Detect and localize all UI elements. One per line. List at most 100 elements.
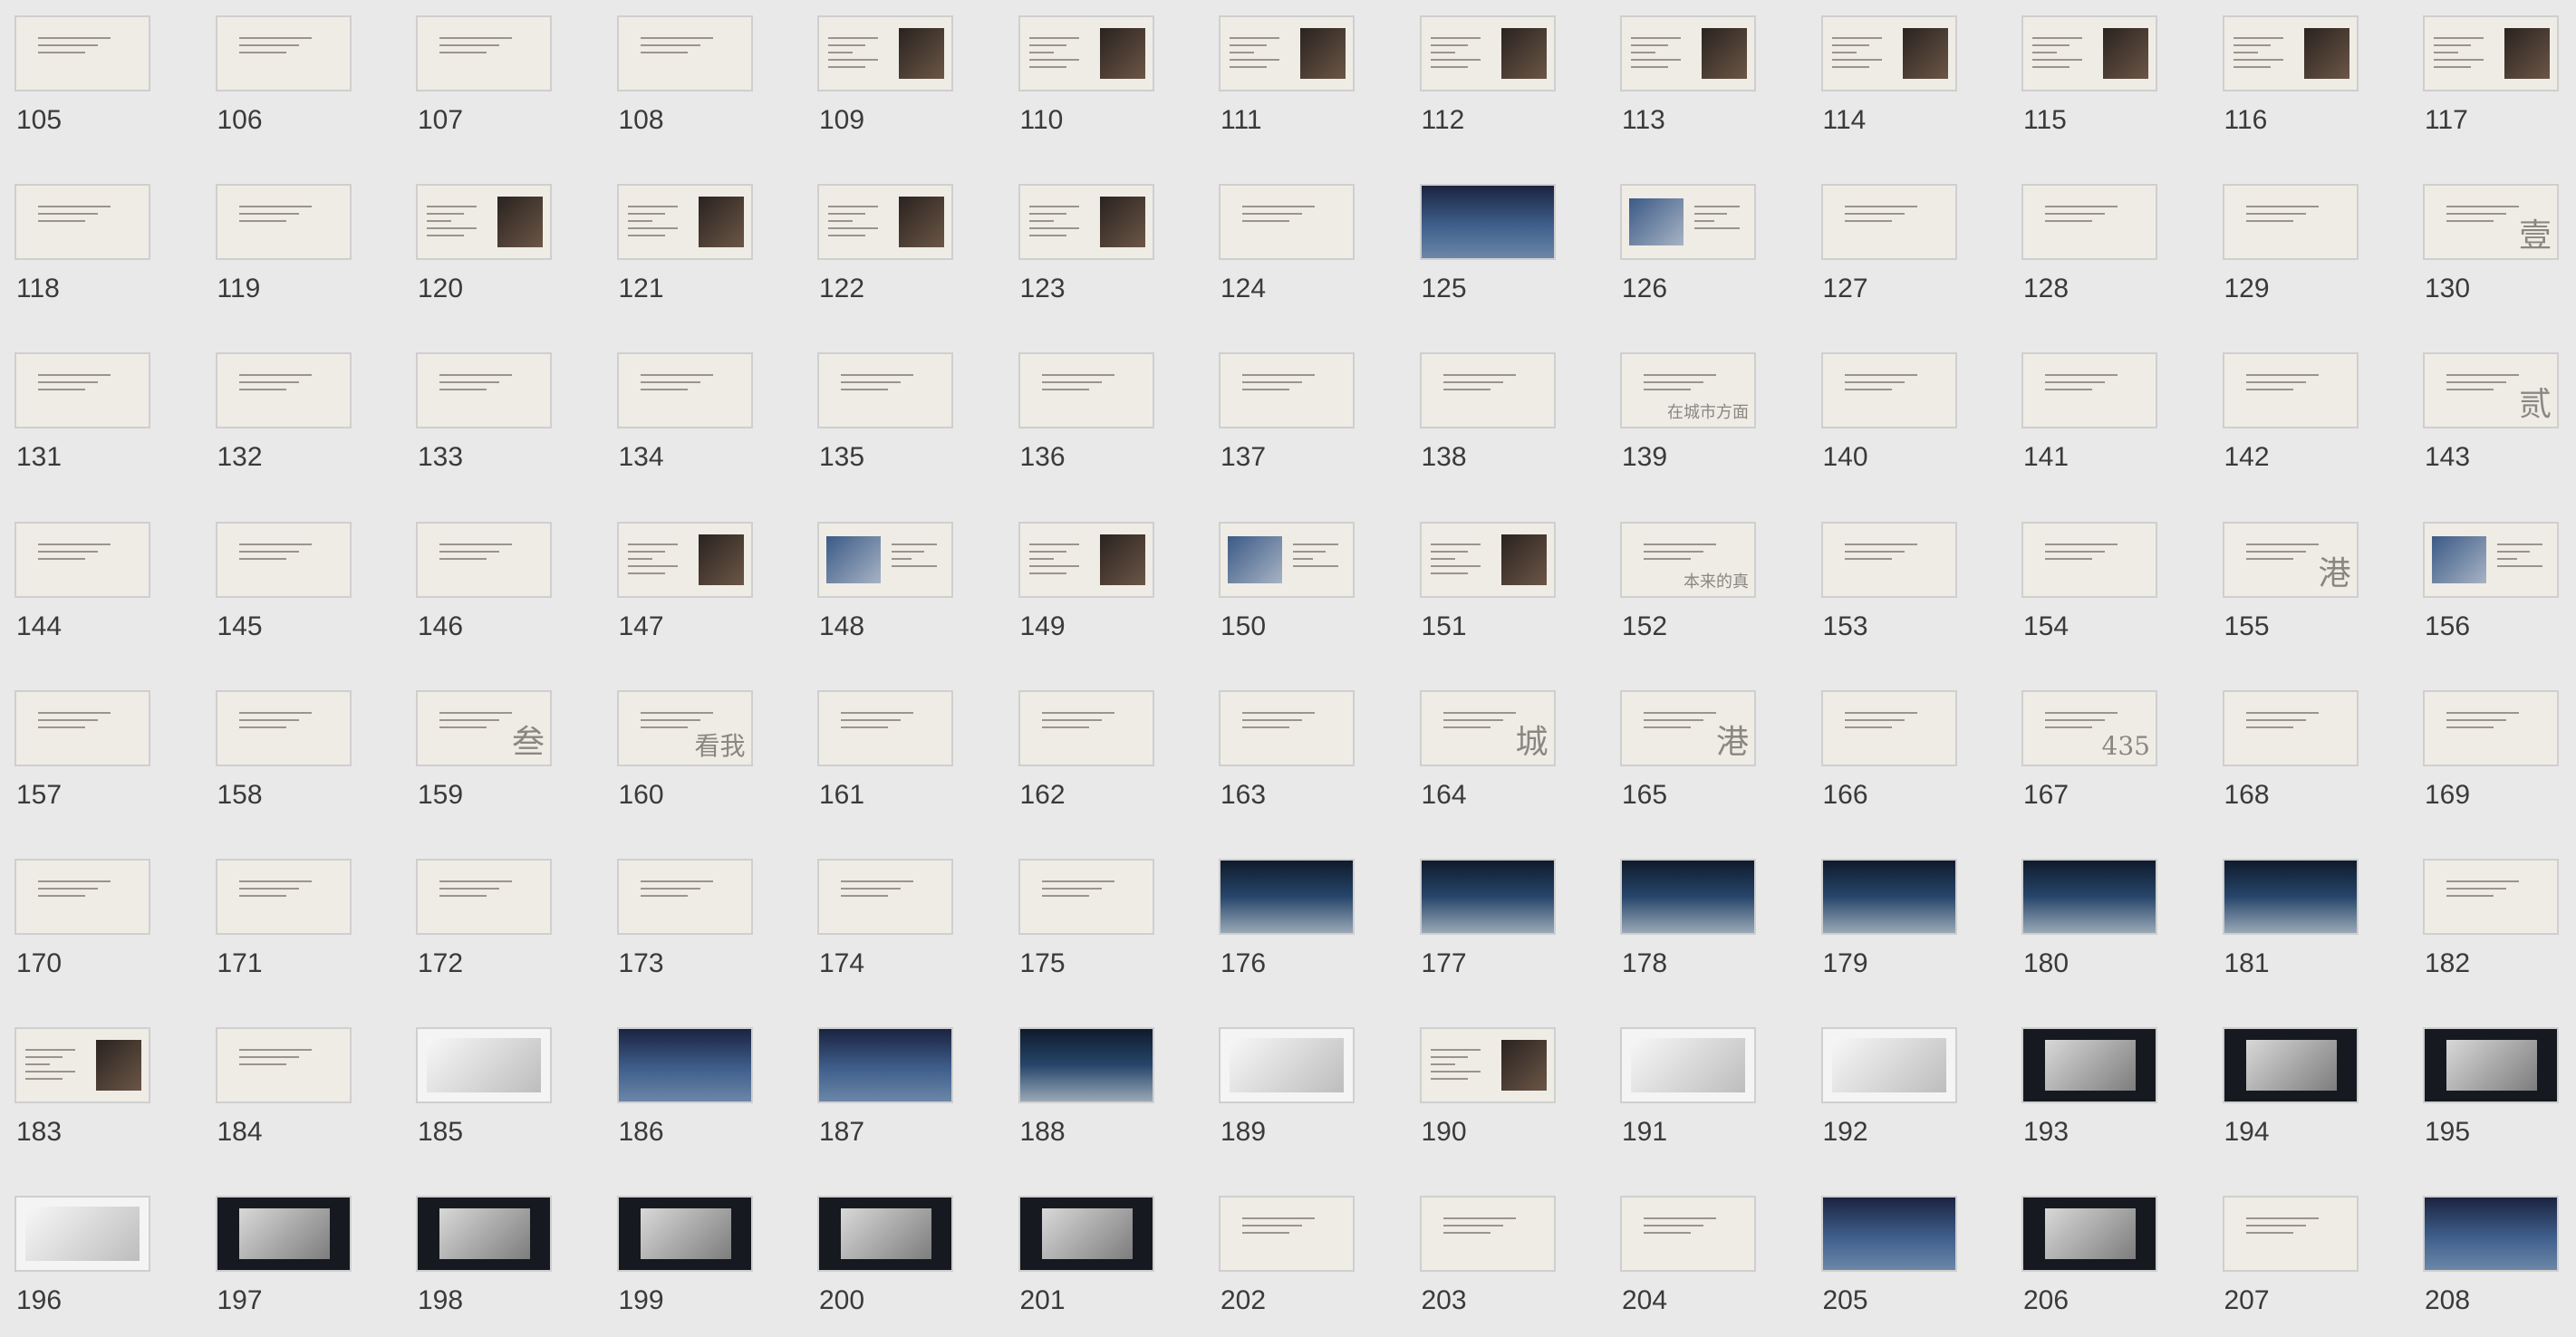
slide-thumbnail-146[interactable]: 146 [401,506,552,642]
slide-preview[interactable] [215,859,352,935]
slide-preview[interactable] [1820,859,1957,935]
slide-thumbnail-202[interactable]: 202 [1204,1180,1355,1316]
slide-preview[interactable] [1419,859,1556,935]
slide-preview[interactable] [1820,15,1957,91]
slide-thumbnail-133[interactable]: 133 [401,337,552,473]
slide-thumbnail-155[interactable]: 港 155 [2208,506,2359,642]
slide-preview[interactable]: 港 [1620,689,1756,766]
slide-thumbnail-190[interactable]: 190 [1405,1012,1556,1148]
slide-thumbnail-157[interactable]: 157 [0,675,150,811]
slide-thumbnail-172[interactable]: 172 [401,843,552,979]
slide-preview[interactable] [14,184,150,261]
slide-preview[interactable] [1018,1196,1154,1273]
slide-preview[interactable] [14,352,150,429]
slide-thumbnail-187[interactable]: 187 [803,1012,953,1148]
slide-thumbnail-162[interactable]: 162 [1004,675,1154,811]
slide-thumbnail-159[interactable]: 叁 159 [401,675,552,811]
slide-preview[interactable] [1820,521,1957,598]
slide-thumbnail-175[interactable]: 175 [1004,843,1154,979]
slide-preview[interactable] [2423,1027,2559,1104]
slide-preview[interactable] [1820,689,1957,766]
slide-preview[interactable] [14,859,150,935]
slide-preview[interactable] [1620,1196,1756,1273]
slide-thumbnail-174[interactable]: 174 [803,843,953,979]
slide-thumbnail-130[interactable]: 壹 130 [2408,168,2559,304]
slide-thumbnail-118[interactable]: 118 [0,168,150,304]
slide-preview[interactable] [817,521,953,598]
slide-preview[interactable] [1018,859,1154,935]
slide-preview[interactable] [416,1027,552,1104]
slide-preview[interactable] [2222,352,2359,429]
slide-thumbnail-126[interactable]: 126 [1606,168,1756,304]
slide-thumbnail-147[interactable]: 147 [603,506,753,642]
slide-thumbnail-145[interactable]: 145 [201,506,352,642]
slide-thumbnail-152[interactable]: 本来的真 152 [1606,506,1756,642]
slide-preview[interactable]: 看我 [616,689,753,766]
slide-preview[interactable] [215,1196,352,1273]
slide-thumbnail-125[interactable]: 125 [1405,168,1556,304]
slide-thumbnail-203[interactable]: 203 [1405,1180,1556,1316]
slide-preview[interactable]: 壹 [2423,184,2559,261]
slide-preview[interactable] [416,859,552,935]
slide-preview[interactable]: 435 [2021,689,2157,766]
slide-preview[interactable] [2021,352,2157,429]
slide-thumbnail-195[interactable]: 195 [2408,1012,2559,1148]
slide-preview[interactable] [1219,689,1355,766]
slide-thumbnail-136[interactable]: 136 [1004,337,1154,473]
slide-preview[interactable] [2021,184,2157,261]
slide-thumbnail-119[interactable]: 119 [201,168,352,304]
slide-preview[interactable] [1419,15,1556,91]
slide-thumbnail-138[interactable]: 138 [1405,337,1556,473]
slide-preview[interactable] [2021,859,2157,935]
slide-preview[interactable] [1620,859,1756,935]
slide-thumbnail-179[interactable]: 179 [1807,843,1957,979]
slide-preview[interactable] [1219,859,1355,935]
slide-thumbnail-120[interactable]: 120 [401,168,552,304]
slide-preview[interactable] [1820,1196,1957,1273]
slide-thumbnail-151[interactable]: 151 [1405,506,1556,642]
slide-thumbnail-124[interactable]: 124 [1204,168,1355,304]
slide-preview[interactable] [416,184,552,261]
slide-thumbnail-163[interactable]: 163 [1204,675,1355,811]
slide-preview[interactable] [1018,689,1154,766]
slide-preview[interactable] [1620,184,1756,261]
slide-thumbnail-196[interactable]: 196 [0,1180,150,1316]
slide-thumbnail-137[interactable]: 137 [1204,337,1355,473]
slide-preview[interactable] [2222,859,2359,935]
slide-preview[interactable]: 贰 [2423,352,2559,429]
slide-preview[interactable] [1018,184,1154,261]
slide-preview[interactable] [1018,521,1154,598]
slide-preview[interactable] [2222,1027,2359,1104]
slide-preview[interactable] [2222,184,2359,261]
slide-thumbnail-154[interactable]: 154 [2007,506,2157,642]
slide-preview[interactable] [817,689,953,766]
slide-thumbnail-129[interactable]: 129 [2208,168,2359,304]
slide-thumbnail-193[interactable]: 193 [2007,1012,2157,1148]
slide-preview[interactable] [1820,352,1957,429]
slide-preview[interactable] [616,859,753,935]
slide-thumbnail-132[interactable]: 132 [201,337,352,473]
slide-thumbnail-121[interactable]: 121 [603,168,753,304]
slide-thumbnail-194[interactable]: 194 [2208,1012,2359,1148]
slide-thumbnail-184[interactable]: 184 [201,1012,352,1148]
slide-preview[interactable] [14,521,150,598]
slide-preview[interactable] [616,15,753,91]
slide-preview[interactable] [1018,352,1154,429]
slide-thumbnail-135[interactable]: 135 [803,337,953,473]
slide-preview[interactable] [1219,1027,1355,1104]
slide-thumbnail-176[interactable]: 176 [1204,843,1355,979]
slide-thumbnail-169[interactable]: 169 [2408,675,2559,811]
slide-preview[interactable] [1018,15,1154,91]
slide-preview[interactable] [1620,1027,1756,1104]
slide-preview[interactable] [2021,521,2157,598]
slide-preview[interactable] [2423,521,2559,598]
slide-thumbnail-205[interactable]: 205 [1807,1180,1957,1316]
slide-preview[interactable] [1820,1027,1957,1104]
slide-preview[interactable] [416,1196,552,1273]
slide-preview[interactable] [2222,689,2359,766]
slide-preview[interactable] [14,689,150,766]
slide-preview[interactable] [2423,689,2559,766]
slide-thumbnail-123[interactable]: 123 [1004,168,1154,304]
slide-thumbnail-148[interactable]: 148 [803,506,953,642]
slide-thumbnail-109[interactable]: 109 [803,0,953,136]
